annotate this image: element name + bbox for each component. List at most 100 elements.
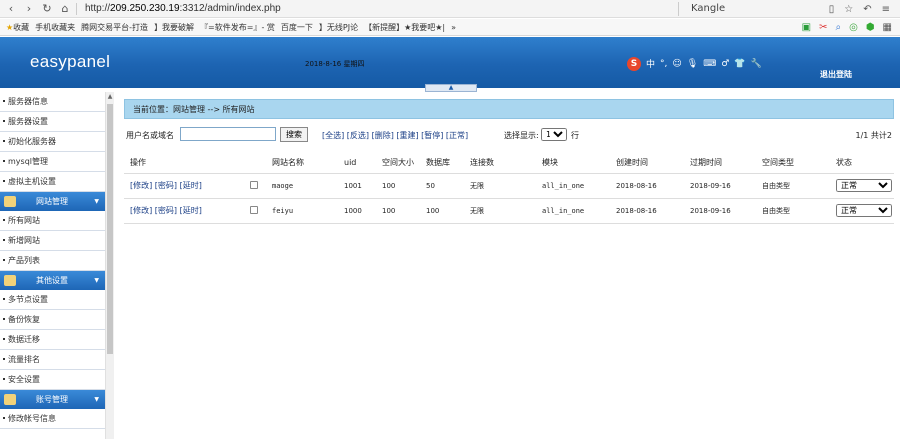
site-created: 2018-08-16 bbox=[610, 173, 684, 199]
bookmark-item[interactable]: 手机收藏夹 bbox=[35, 22, 75, 33]
bookmark-more[interactable]: » bbox=[451, 23, 456, 32]
table-header-row: 操作 网站名称 uid 空间大小 数据库 连接数 模块 创建时间 过期时间 空间… bbox=[124, 153, 894, 174]
sogou-icon[interactable]: S bbox=[627, 56, 641, 71]
section-title: 账号管理 bbox=[36, 395, 68, 404]
sidebar-item-backup-restore[interactable]: 备份恢复 bbox=[0, 310, 105, 330]
sidebar-item-init-server[interactable]: 初始化服务器 bbox=[0, 132, 105, 152]
logout-link[interactable]: 退出登陆 bbox=[820, 69, 852, 80]
bookmark-item[interactable]: ★收藏 bbox=[6, 22, 29, 33]
site-db: 100 bbox=[420, 198, 464, 224]
sidebar-item-edit-account[interactable]: 修改帐号信息 bbox=[0, 409, 105, 429]
sidebar-item-server-settings[interactable]: 服务器设置 bbox=[0, 112, 105, 132]
row-actions[interactable]: [修改] [密码] [延时] bbox=[124, 198, 244, 224]
row-checkbox[interactable] bbox=[250, 205, 258, 214]
search-input[interactable] bbox=[180, 127, 276, 141]
bookmark-item[interactable]: 】无线PJ论 bbox=[319, 22, 358, 33]
chevron-down-icon: ▼ bbox=[94, 198, 99, 205]
browser-address-bar: ‹ › ↻ ⌂ http://209.250.230.19:3312/admin… bbox=[0, 0, 900, 18]
keyboard-icon[interactable]: ⌨ bbox=[703, 59, 716, 69]
site-db: 50 bbox=[420, 173, 464, 199]
extension-icon[interactable]: ▣ bbox=[802, 22, 811, 33]
browser-search-box[interactable]: Kangle bbox=[678, 2, 818, 16]
site-created: 2018-08-16 bbox=[610, 198, 684, 224]
site-space: 100 bbox=[376, 198, 420, 224]
skin-icon[interactable]: 👕 bbox=[734, 59, 745, 69]
game-icon[interactable]: ◎ bbox=[849, 22, 858, 33]
bookmark-item[interactable]: 百度一下 bbox=[281, 22, 313, 33]
site-module: all_in_one bbox=[536, 173, 610, 199]
sidebar-item-vhost-settings[interactable]: 虚拟主机设置 bbox=[0, 172, 105, 192]
section-title: 网站管理 bbox=[36, 197, 68, 206]
back-icon[interactable]: ‹ bbox=[4, 2, 18, 15]
sidebar-item-all-sites[interactable]: 所有网站 bbox=[0, 211, 105, 231]
sidebar-item-traffic-ranking[interactable]: 流量排名 bbox=[0, 350, 105, 370]
shield-icon[interactable]: ⬢ bbox=[866, 22, 875, 33]
url-field[interactable]: http://209.250.230.19:3312/admin/index.p… bbox=[85, 3, 281, 14]
refresh-icon[interactable]: ↻ bbox=[40, 2, 54, 15]
row-checkbox[interactable] bbox=[250, 180, 258, 189]
search-button[interactable]: 搜索 bbox=[280, 127, 308, 142]
site-expires: 2018-09-16 bbox=[684, 173, 756, 199]
scroll-up-icon[interactable]: ▲ bbox=[106, 92, 114, 101]
menu-icon[interactable]: ≡ bbox=[882, 4, 890, 15]
col-status: 状态 bbox=[830, 153, 894, 174]
sidebar-scrollbar[interactable]: ▲ bbox=[105, 92, 114, 439]
scissors-icon[interactable]: ✂ bbox=[819, 22, 827, 33]
sidebar-item-server-info[interactable]: 服务器信息 bbox=[0, 92, 105, 112]
sidebar-item-add-site[interactable]: 新增网站 bbox=[0, 231, 105, 251]
star-icon[interactable]: ☆ bbox=[844, 4, 853, 15]
site-status-cell: 正常 bbox=[830, 198, 894, 224]
header-date: 2018-8-16 星期四 bbox=[305, 60, 365, 68]
user-icon[interactable]: ♂ bbox=[721, 59, 729, 69]
grid-icon[interactable]: ▦ bbox=[883, 22, 892, 33]
search-toolbar: 用户名或域名 搜索 [全选] [反选] [删除] [重建] [暂停] [正常] … bbox=[124, 125, 894, 145]
sidebar-section-account-management[interactable]: 账号管理 ▼ bbox=[0, 390, 105, 409]
site-status-cell: 正常 bbox=[830, 173, 894, 199]
bookmark-label: 【新提醒】★我要吧★| bbox=[364, 22, 446, 32]
wrench-icon[interactable]: 🔧 bbox=[751, 59, 762, 69]
sidebar-item-security[interactable]: 安全设置 bbox=[0, 370, 105, 390]
col-select bbox=[244, 153, 266, 174]
collapse-header-button[interactable]: ▲ bbox=[425, 84, 477, 92]
bookmark-item[interactable]: 『=软件发布=』- 赏 bbox=[200, 22, 275, 33]
col-db: 数据库 bbox=[420, 153, 464, 174]
scroll-thumb[interactable] bbox=[107, 104, 113, 354]
col-conn: 连接数 bbox=[464, 153, 536, 174]
row-actions[interactable]: [修改] [密码] [延时] bbox=[124, 173, 244, 199]
breadcrumb: 当前位置：网站管理 --> 所有网站 bbox=[124, 99, 894, 119]
col-name: 网站名称 bbox=[266, 153, 338, 174]
pagination-info: 1/1 共计2 bbox=[855, 131, 892, 140]
table-row: [修改] [密码] [延时] maoge 1001 100 50 无限 all_… bbox=[124, 173, 894, 199]
site-module: all_in_one bbox=[536, 198, 610, 224]
status-select[interactable]: 正常 bbox=[836, 204, 892, 217]
site-name: maoge bbox=[266, 173, 338, 199]
bookmark-item[interactable]: 】我要破解 bbox=[154, 22, 194, 33]
phone-icon[interactable]: ▯ bbox=[829, 4, 835, 15]
bookmark-item[interactable]: 【新提醒】★我要吧★| bbox=[364, 22, 445, 33]
col-module: 模块 bbox=[536, 153, 610, 174]
bookmark-item[interactable]: 腾网交易平台-打造 bbox=[81, 22, 148, 33]
status-select[interactable]: 正常 bbox=[836, 179, 892, 192]
sidebar-item-data-migration[interactable]: 数据迁移 bbox=[0, 330, 105, 350]
sidebar-item-multi-node[interactable]: 多节点设置 bbox=[0, 290, 105, 310]
sidebar-item-product-list[interactable]: 产品列表 bbox=[0, 251, 105, 271]
site-uid: 1000 bbox=[338, 198, 376, 224]
home-icon[interactable]: ⌂ bbox=[58, 2, 72, 15]
bulk-actions[interactable]: [全选] [反选] [删除] [重建] [暂停] [正常] bbox=[322, 130, 468, 141]
app-header: easypanel 2018-8-16 星期四 S 中 °, ☺ 🎙 ⌨ ♂ 👕… bbox=[0, 37, 900, 88]
forward-icon[interactable]: › bbox=[22, 2, 36, 15]
sidebar-section-site-management[interactable]: 网站管理 ▼ bbox=[0, 192, 105, 211]
bookmark-label: 腾网交易平台-打造 bbox=[81, 22, 149, 32]
punctuation-icon[interactable]: °, bbox=[660, 59, 667, 69]
chinese-mode-icon[interactable]: 中 bbox=[646, 57, 655, 70]
sidebar-section-other-settings[interactable]: 其他设置 ▼ bbox=[0, 271, 105, 290]
site-conn: 无限 bbox=[464, 173, 536, 199]
sidebar-item-mysql[interactable]: mysql管理 bbox=[0, 152, 105, 172]
microphone-icon[interactable]: 🎙 bbox=[687, 59, 698, 69]
main-content: 当前位置：网站管理 --> 所有网站 用户名或域名 搜索 [全选] [反选] [… bbox=[124, 99, 894, 224]
search-icon[interactable]: ⌕ bbox=[835, 22, 841, 33]
emoji-icon[interactable]: ☺ bbox=[672, 59, 681, 69]
undo-icon[interactable]: ↶ bbox=[863, 4, 871, 15]
page-size-select[interactable]: 15 bbox=[541, 128, 567, 141]
gear-icon bbox=[4, 275, 16, 286]
